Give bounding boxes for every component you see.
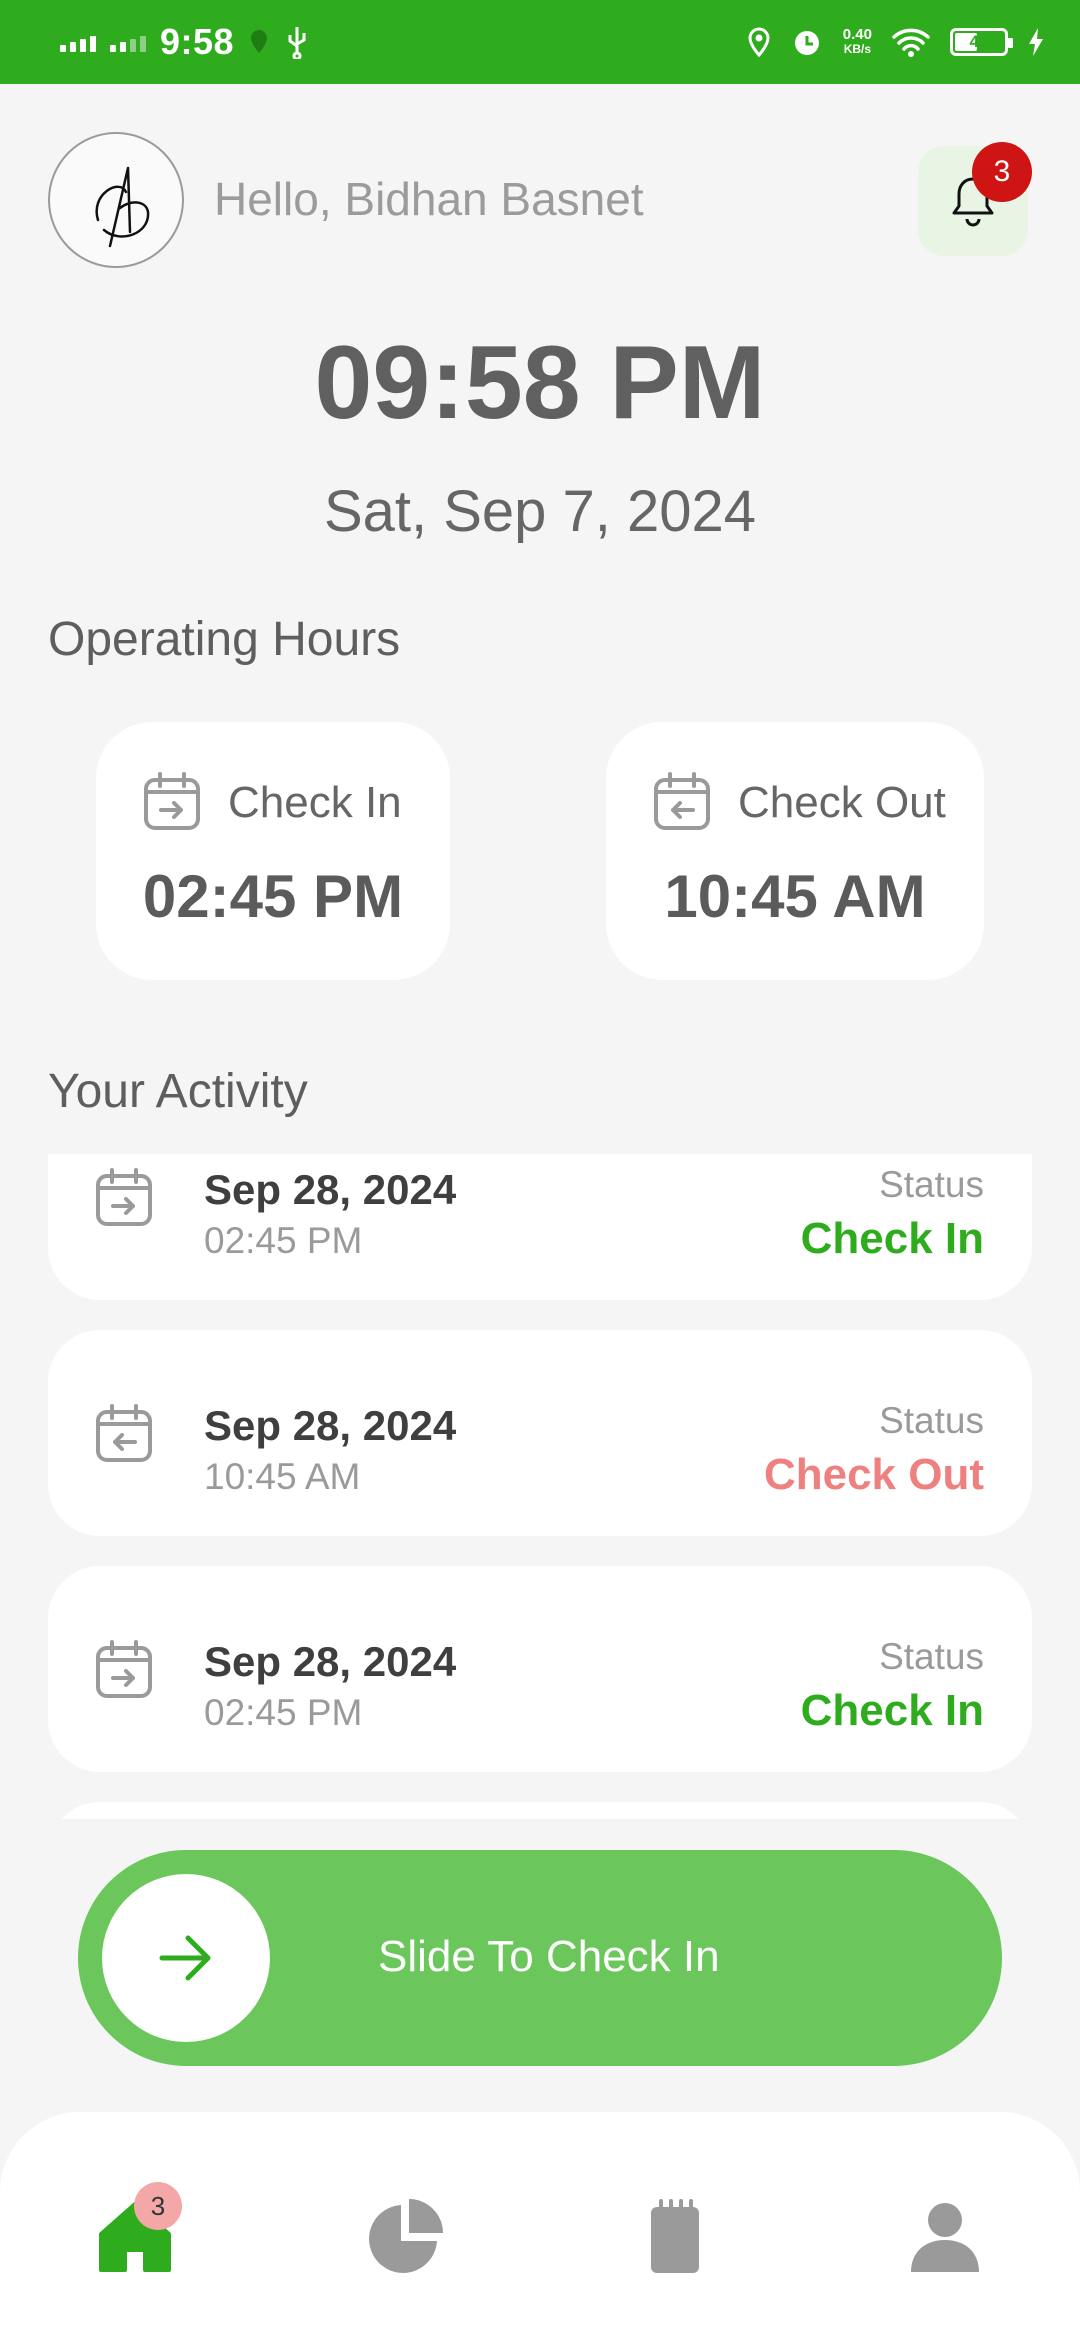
nav-notes[interactable]: [630, 2192, 720, 2282]
current-time: 09:58 PM: [314, 325, 766, 441]
activity-item[interactable]: [48, 1802, 1032, 1819]
network-speed: 0.40 KB/s: [842, 26, 872, 56]
activity-status-label: Status: [879, 1164, 984, 1205]
nav-reports[interactable]: [360, 2192, 450, 2282]
activity-status-label: Status: [879, 1636, 984, 1677]
activity-time: 02:45 PM: [204, 1692, 363, 1733]
slider-label: Slide To Check In: [378, 1932, 720, 1981]
activity-item[interactable]: Sep 28, 2024 02:45 PM Status Check In: [48, 1154, 1032, 1300]
arrow-right-icon: [159, 1935, 211, 1981]
check-in-time: 02:45 PM: [142, 863, 404, 930]
home-badge: 3: [134, 2182, 182, 2230]
profile-icon: [911, 2203, 979, 2272]
activity-status-label: Status: [879, 1400, 984, 1441]
signal-icon: [60, 32, 96, 52]
signal-icon-2: [110, 32, 146, 52]
calendar-check-out-icon: [96, 1404, 152, 1462]
calendar-check-out-icon: [654, 772, 710, 830]
charging-icon: [1029, 28, 1043, 56]
slider-handle[interactable]: [102, 1874, 270, 2042]
usb-icon: [288, 27, 306, 59]
activity-status: Check In: [800, 1686, 984, 1735]
avatar[interactable]: [48, 132, 184, 268]
nav-profile[interactable]: [900, 2192, 990, 2282]
calendar-check-in-icon: [144, 772, 200, 830]
activity-title: Your Activity: [48, 1065, 308, 1118]
current-date: Sat, Sep 7, 2024: [323, 479, 757, 544]
check-out-time: 10:45 AM: [664, 863, 926, 930]
status-bar: 9:58 0.40 KB/s 42: [0, 0, 1080, 84]
activity-item[interactable]: Sep 28, 2024 02:45 PM Status Check In: [48, 1566, 1032, 1772]
status-time: 9:58: [160, 21, 235, 62]
check-out-label: Check Out: [738, 778, 946, 827]
activity-time: 10:45 AM: [204, 1456, 361, 1497]
activity-item[interactable]: Sep 28, 2024 10:45 AM Status Check Out: [48, 1330, 1032, 1536]
activity-time: 02:45 PM: [204, 1220, 363, 1261]
activity-status: Check Out: [763, 1450, 984, 1499]
check-out-hours-card: Check Out 10:45 AM: [606, 722, 984, 980]
battery-icon: 42: [950, 28, 1013, 56]
bottom-navigation: 3: [0, 2112, 1080, 2340]
check-in-hours-card: Check In 02:45 PM: [96, 722, 450, 980]
alarm-icon: [794, 31, 819, 55]
notification-badge: 3: [972, 142, 1032, 202]
wifi-icon: [892, 28, 930, 57]
operating-hours-title: Operating Hours: [48, 613, 401, 666]
activity-date: Sep 28, 2024: [204, 1166, 457, 1213]
activity-status: Check In: [800, 1214, 984, 1263]
location-icon: [748, 27, 770, 57]
activity-date: Sep 28, 2024: [204, 1402, 457, 1449]
notepad-icon: [651, 2199, 699, 2273]
pie-chart-icon: [369, 2199, 443, 2273]
activity-date: Sep 28, 2024: [204, 1638, 457, 1685]
location-icon: [251, 30, 268, 53]
check-in-label: Check In: [228, 778, 402, 827]
greeting-text: Hello, Bidhan Basnet: [214, 173, 644, 225]
calendar-check-in-icon: [96, 1168, 152, 1226]
slide-to-check-in[interactable]: Slide To Check In: [78, 1850, 1002, 2066]
activity-list[interactable]: Sep 28, 2024 02:45 PM Status Check In Se…: [48, 1154, 1032, 1819]
calendar-check-in-icon: [96, 1640, 152, 1698]
signature-logo: [95, 166, 150, 248]
